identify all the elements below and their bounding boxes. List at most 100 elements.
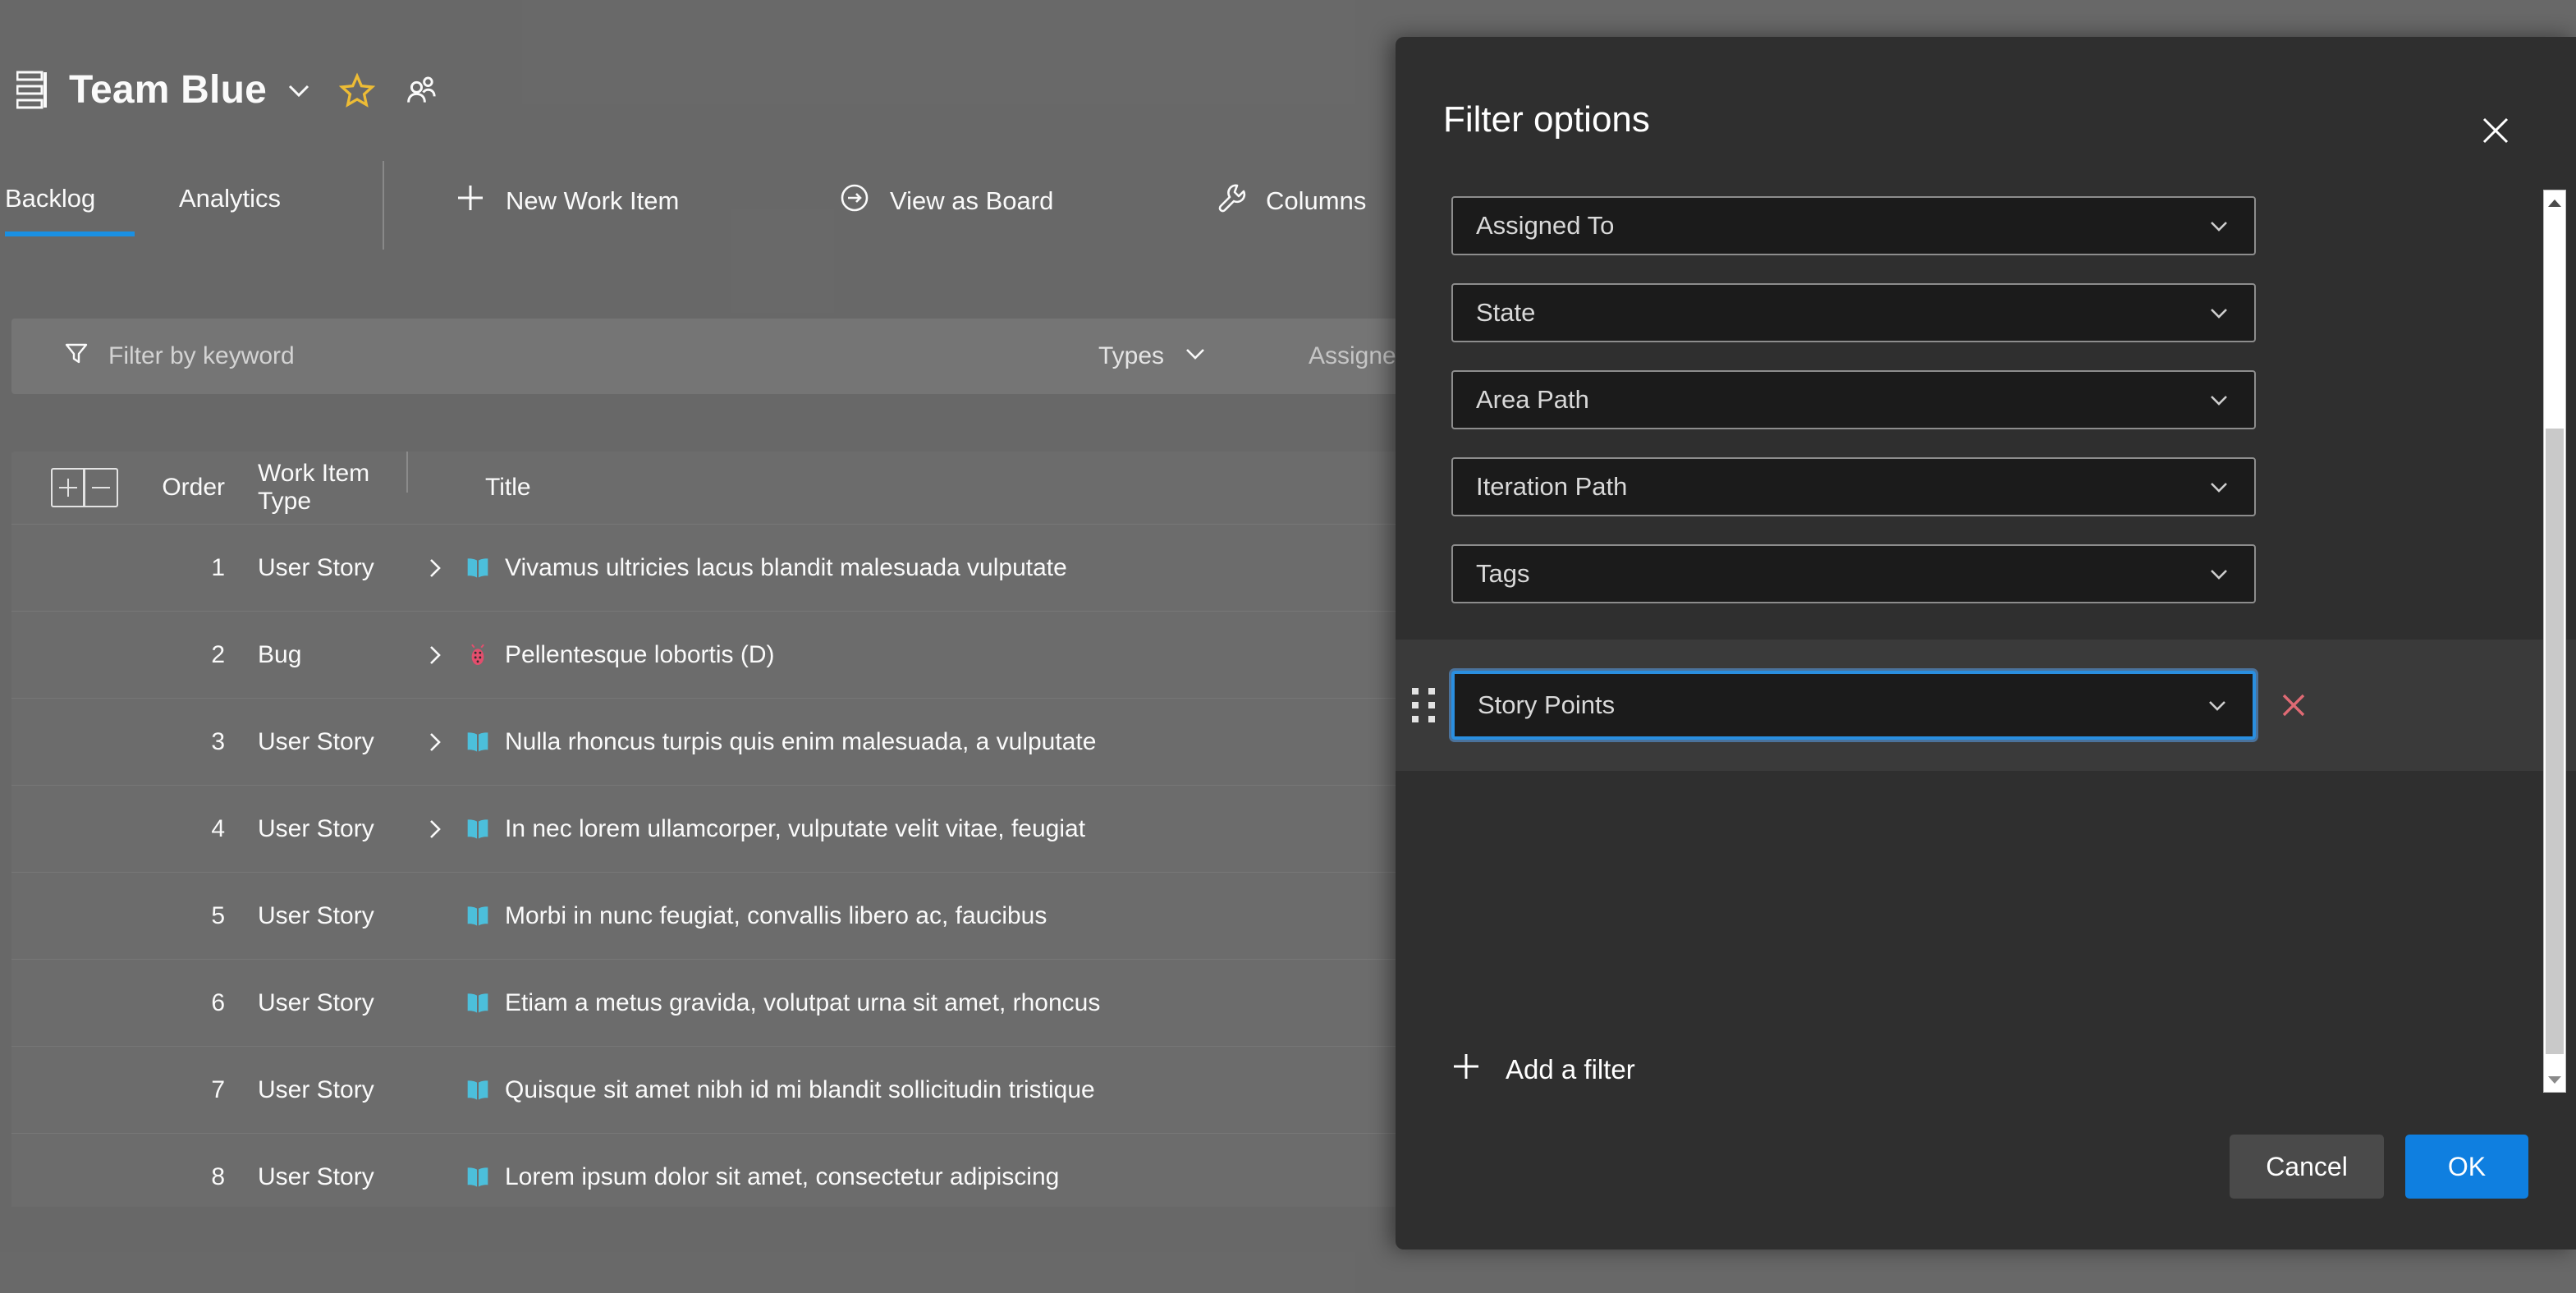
tab-analytics[interactable]: Analytics: [179, 169, 281, 245]
row-expand-chevron-icon[interactable]: [421, 554, 464, 582]
filter-field-dropdown[interactable]: Story Points: [1449, 668, 2258, 742]
filter-field-dropdown[interactable]: Iteration Path: [1451, 457, 2256, 516]
filter-field-value: State: [1476, 298, 1536, 327]
user-story-icon: [464, 815, 493, 843]
user-story-icon: [464, 554, 493, 582]
chevron-down-icon: [1182, 340, 1208, 373]
filter-field-dropdown[interactable]: Tags: [1451, 544, 2256, 603]
filter-field-dropdown[interactable]: Area Path: [1451, 370, 2256, 429]
chevron-down-icon: [2205, 561, 2233, 587]
row-expand-chevron-icon[interactable]: [421, 641, 464, 669]
work-item-title[interactable]: Quisque sit amet nibh id mi blandit soll…: [505, 1076, 1095, 1104]
remove-filter-button[interactable]: [2256, 687, 2331, 723]
toolbar-divider: [383, 161, 384, 250]
plus-icon: [453, 181, 488, 222]
view-as-board-label: View as Board: [890, 186, 1054, 215]
filter-field-dropdown[interactable]: Assigned To: [1451, 196, 2256, 255]
row-expand-chevron-icon[interactable]: [421, 728, 464, 756]
cell-work-item-type: User Story: [258, 814, 374, 842]
cell-order: 7: [211, 1075, 225, 1103]
filter-field-value: Story Points: [1478, 690, 1616, 719]
cell-work-item-type: User Story: [258, 988, 374, 1016]
people-icon[interactable]: [403, 72, 439, 108]
arrow-right-circle-icon: [837, 181, 872, 222]
filter-options-dialog: Filter options Assigned To State Area Path…: [1396, 37, 2576, 1249]
filter-row-active: Story Points: [1396, 640, 2576, 771]
user-story-icon: [464, 902, 493, 930]
scroll-down-arrow-icon[interactable]: [2544, 1069, 2565, 1090]
columns-button[interactable]: Columns: [1213, 181, 1366, 222]
user-story-icon: [464, 728, 493, 756]
user-story-icon: [464, 989, 493, 1017]
cell-work-item-type: User Story: [258, 1162, 374, 1190]
scroll-up-arrow-icon[interactable]: [2544, 192, 2565, 213]
cell-work-item-type: Bug: [258, 640, 302, 668]
tab-analytics-label: Analytics: [179, 184, 282, 213]
view-as-board-button[interactable]: View as Board: [837, 181, 1053, 222]
star-icon[interactable]: [338, 72, 375, 108]
filter-list: Assigned To State Area Path Iteration Path T…: [1396, 193, 2576, 1014]
bug-icon: [464, 641, 493, 669]
keyword-filter-input[interactable]: Filter by keyword: [62, 339, 295, 374]
wrench-icon: [1213, 181, 1248, 222]
user-story-icon: [464, 1163, 493, 1191]
types-filter-dropdown[interactable]: Types: [1098, 340, 1208, 373]
cell-order: 3: [211, 727, 225, 755]
add-filter-label: Add a filter: [1506, 1054, 1635, 1084]
types-filter-label: Types: [1098, 342, 1165, 369]
filter-field-dropdown[interactable]: State: [1451, 283, 2256, 342]
plus-icon: [1450, 1050, 1483, 1089]
filter-row: Iteration Path: [1396, 454, 2576, 520]
user-story-icon: [464, 1076, 493, 1104]
team-row: Team Blue: [16, 71, 439, 110]
collapse-all-icon[interactable]: [85, 468, 118, 507]
close-icon[interactable]: [2474, 109, 2517, 152]
cell-order: 4: [211, 814, 225, 842]
backlog-levels-icon: [16, 71, 51, 110]
expand-collapse-controls: [11, 468, 118, 507]
work-item-title[interactable]: Vivamus ultricies lacus blandit malesuad…: [505, 554, 1067, 582]
work-item-title[interactable]: In nec lorem ullamcorper, vulputate veli…: [505, 815, 1085, 843]
cell-order: 1: [211, 553, 225, 581]
funnel-icon: [62, 339, 90, 374]
column-header-order[interactable]: Order: [118, 474, 225, 502]
page-title: Team Blue: [69, 68, 267, 112]
drag-handle-icon[interactable]: [1412, 688, 1435, 722]
filter-field-value: Area Path: [1476, 385, 1589, 414]
column-header-work-item-type[interactable]: Work Item Type: [225, 452, 408, 516]
cell-work-item-type: User Story: [258, 553, 374, 581]
keyword-filter-placeholder: Filter by keyword: [108, 342, 295, 369]
filter-field-value: Tags: [1476, 559, 1530, 588]
filter-row-spacer: [1396, 520, 2576, 541]
new-work-item-button[interactable]: New Work Item: [453, 181, 679, 222]
chevron-down-icon: [2205, 474, 2233, 500]
work-item-title[interactable]: Morbi in nunc feugiat, convallis libero …: [505, 902, 1047, 930]
add-filter-button[interactable]: Add a filter: [1450, 1050, 1635, 1089]
expand-all-icon[interactable]: [51, 468, 85, 507]
filter-row-spacer: [1396, 346, 2576, 367]
chevron-down-icon[interactable]: [285, 76, 313, 104]
dialog-scrollbar[interactable]: [2543, 190, 2566, 1093]
filter-field-value: Iteration Path: [1476, 472, 1628, 501]
filter-row: Tags: [1396, 541, 2576, 607]
scrollbar-thumb[interactable]: [2546, 429, 2564, 1054]
filter-row: State: [1396, 280, 2576, 346]
work-item-title[interactable]: Lorem ipsum dolor sit amet, consectetur …: [505, 1163, 1059, 1191]
work-item-title[interactable]: Etiam a metus gravida, volutpat urna sit…: [505, 989, 1100, 1017]
cancel-button[interactable]: Cancel: [2230, 1135, 2384, 1199]
drag-handle[interactable]: [1396, 688, 1451, 722]
chevron-down-icon: [2203, 692, 2231, 718]
filter-row: Assigned To: [1396, 193, 2576, 259]
dialog-title: Filter options: [1443, 99, 1650, 140]
work-item-title[interactable]: Nulla rhoncus turpis quis enim malesuada…: [505, 728, 1096, 756]
columns-label: Columns: [1266, 186, 1367, 215]
filter-row-spacer: [1396, 607, 2576, 640]
cell-order: 8: [211, 1162, 225, 1190]
tab-backlog-label: Backlog: [5, 184, 96, 213]
ok-button[interactable]: OK: [2405, 1135, 2528, 1199]
dialog-footer: Cancel OK: [2230, 1135, 2528, 1199]
work-item-title[interactable]: Pellentesque lobortis (D): [505, 641, 775, 669]
filter-row-spacer: [1396, 259, 2576, 280]
row-expand-chevron-icon[interactable]: [421, 815, 464, 843]
filter-row: Area Path: [1396, 367, 2576, 433]
